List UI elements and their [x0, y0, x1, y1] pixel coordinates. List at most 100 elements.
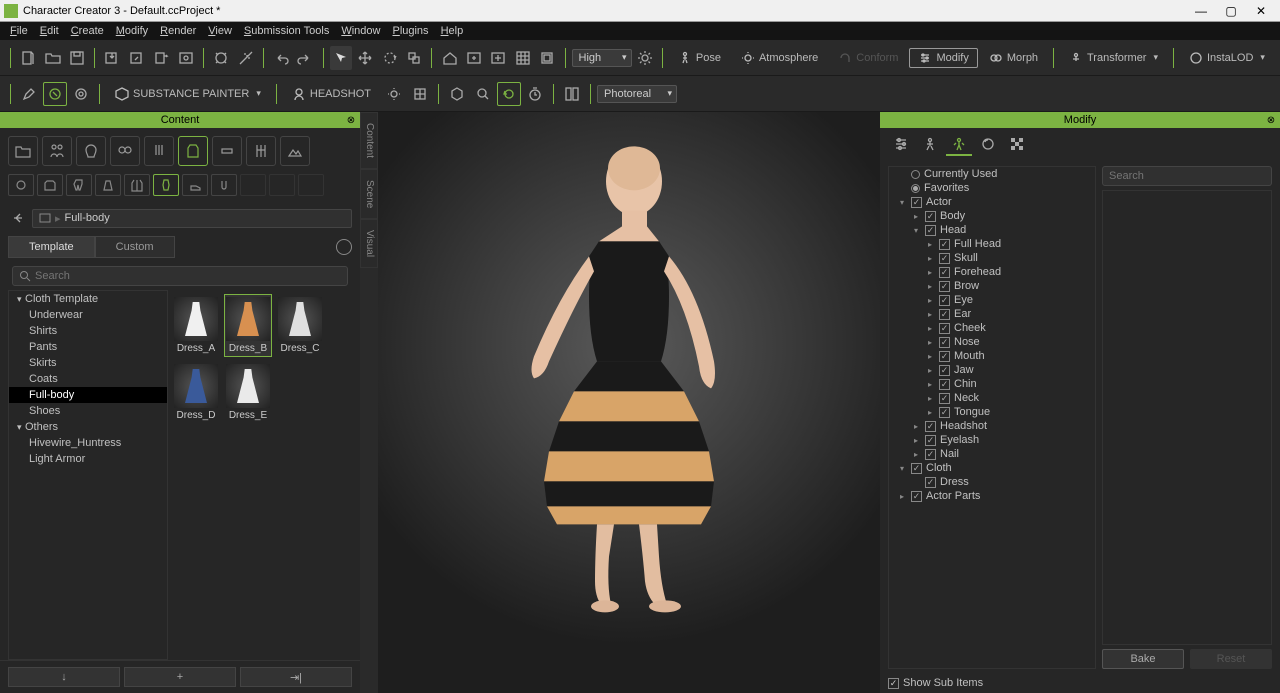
redo-icon[interactable]: [294, 46, 316, 70]
save-icon[interactable]: [66, 46, 88, 70]
modify-tab-pose-icon[interactable]: [917, 134, 943, 156]
tree-item-full-body[interactable]: Full-body: [9, 387, 167, 403]
headshot-button[interactable]: HEADSHOT: [283, 84, 380, 104]
camera-frame-icon[interactable]: [463, 46, 485, 70]
hexagon-icon[interactable]: [445, 82, 469, 106]
modify-panel-close-icon[interactable]: ⊗: [1264, 113, 1278, 127]
menu-plugins[interactable]: Plugins: [386, 25, 434, 37]
menu-edit[interactable]: Edit: [34, 25, 65, 37]
sub-coat-icon[interactable]: [124, 174, 150, 196]
modify-node-nose[interactable]: ▸✓Nose: [889, 335, 1095, 349]
move-icon[interactable]: [354, 46, 376, 70]
modify-node-cloth[interactable]: ▾✓Cloth: [889, 461, 1095, 475]
content-panel-close-icon[interactable]: ⊗: [344, 113, 358, 127]
modify-button[interactable]: Modify: [909, 48, 977, 68]
home-icon[interactable]: [438, 46, 460, 70]
download-button[interactable]: ↓: [8, 667, 120, 687]
measure-icon[interactable]: [234, 46, 256, 70]
menu-submission-tools[interactable]: Submission Tools: [238, 25, 335, 37]
tree-item-coats[interactable]: Coats: [9, 371, 167, 387]
tree-item-underwear[interactable]: Underwear: [9, 307, 167, 323]
menu-modify[interactable]: Modify: [110, 25, 154, 37]
add-button[interactable]: +: [124, 667, 236, 687]
modify-search-input[interactable]: [1109, 170, 1265, 182]
maximize-button[interactable]: ▢: [1216, 1, 1246, 21]
scene-icon[interactable]: [280, 136, 310, 166]
sub-glove-icon[interactable]: [211, 174, 237, 196]
modify-node-jaw[interactable]: ▸✓Jaw: [889, 363, 1095, 377]
modify-node-eyelash[interactable]: ▸✓Eyelash: [889, 433, 1095, 447]
sub-shirt-icon[interactable]: [37, 174, 63, 196]
sub-underwear-icon[interactable]: [8, 174, 34, 196]
back-icon[interactable]: [8, 208, 28, 228]
menu-help[interactable]: Help: [435, 25, 470, 37]
menu-window[interactable]: Window: [335, 25, 386, 37]
content-tree[interactable]: ▾Cloth TemplateUnderwearShirtsPantsSkirt…: [8, 290, 168, 660]
tree-item-shirts[interactable]: Shirts: [9, 323, 167, 339]
select-icon[interactable]: [330, 46, 352, 70]
apply-button[interactable]: ⇥|: [240, 667, 352, 687]
transformer-dropdown[interactable]: Transformer▾: [1060, 48, 1167, 68]
quality-dropdown[interactable]: High: [572, 49, 632, 67]
minimize-button[interactable]: —: [1186, 1, 1216, 21]
tab-template[interactable]: Template: [8, 236, 95, 258]
tree-item-skirts[interactable]: Skirts: [9, 355, 167, 371]
modify-node-chin[interactable]: ▸✓Chin: [889, 377, 1095, 391]
modify-tab-sliders-icon[interactable]: [888, 134, 914, 156]
export-iclone-icon[interactable]: [150, 46, 172, 70]
open-icon[interactable]: [41, 46, 63, 70]
rotate-icon[interactable]: [379, 46, 401, 70]
tree-item-light-armor[interactable]: Light Armor: [9, 451, 167, 467]
sub-fullbody-icon[interactable]: [153, 174, 179, 196]
edit-mesh-icon[interactable]: [17, 82, 41, 106]
scale-icon[interactable]: [403, 46, 425, 70]
headshot-settings-icon[interactable]: [382, 82, 406, 106]
zoom-extents-icon[interactable]: [210, 46, 232, 70]
modify-node-brow[interactable]: ▸✓Brow: [889, 279, 1095, 293]
sub-shoe-icon[interactable]: [182, 174, 208, 196]
vtab-visual[interactable]: Visual: [360, 219, 378, 268]
viewport-3d[interactable]: [378, 112, 880, 693]
render-mode-dropdown[interactable]: Photoreal: [597, 85, 677, 103]
modify-node-full-head[interactable]: ▸✓Full Head: [889, 237, 1095, 251]
menu-file[interactable]: File: [4, 25, 34, 37]
tab-options-icon[interactable]: [336, 239, 352, 255]
cloth-icon[interactable]: [178, 136, 208, 166]
light-icon[interactable]: [634, 46, 656, 70]
layout-icon[interactable]: [560, 82, 584, 106]
modify-node-forehead[interactable]: ▸✓Forehead: [889, 265, 1095, 279]
modify-node-currently-used[interactable]: Currently Used: [889, 167, 1095, 181]
modify-node-favorites[interactable]: Favorites: [889, 181, 1095, 195]
headshot-mesh-icon[interactable]: [408, 82, 432, 106]
zoom-target-icon[interactable]: [471, 82, 495, 106]
modify-tree[interactable]: Currently UsedFavorites▾✓Actor▸✓Body▾✓He…: [888, 166, 1096, 669]
tree-item-cloth-template[interactable]: ▾Cloth Template: [9, 291, 167, 307]
goz-icon[interactable]: [69, 82, 93, 106]
menu-render[interactable]: Render: [154, 25, 202, 37]
sculpt-icon[interactable]: [43, 82, 67, 106]
grid-icon[interactable]: [512, 46, 534, 70]
undo-icon[interactable]: [270, 46, 292, 70]
modify-node-actor[interactable]: ▾✓Actor: [889, 195, 1095, 209]
content-search[interactable]: [12, 266, 348, 286]
pose-button[interactable]: Pose: [669, 48, 730, 68]
thumb-dress_b[interactable]: Dress_B: [224, 294, 272, 357]
new-icon[interactable]: [17, 46, 39, 70]
folder-icon[interactable]: [8, 136, 38, 166]
modify-tab-checker-icon[interactable]: [1004, 134, 1030, 156]
sub-pants-icon[interactable]: [66, 174, 92, 196]
content-search-input[interactable]: [35, 270, 341, 282]
modify-node-dress[interactable]: ✓Dress: [889, 475, 1095, 489]
thumb-dress_a[interactable]: Dress_A: [172, 294, 220, 357]
head-icon[interactable]: [76, 136, 106, 166]
modify-node-mouth[interactable]: ▸✓Mouth: [889, 349, 1095, 363]
substance-painter-button[interactable]: SUBSTANCE PAINTER▾: [106, 84, 270, 104]
modify-node-tongue[interactable]: ▸✓Tongue: [889, 405, 1095, 419]
modify-node-body[interactable]: ▸✓Body: [889, 209, 1095, 223]
refresh-icon[interactable]: [497, 82, 521, 106]
accessory-icon[interactable]: [212, 136, 242, 166]
modify-node-nail[interactable]: ▸✓Nail: [889, 447, 1095, 461]
bake-button[interactable]: Bake: [1102, 649, 1184, 669]
modify-node-skull[interactable]: ▸✓Skull: [889, 251, 1095, 265]
avatar-pair-icon[interactable]: [42, 136, 72, 166]
